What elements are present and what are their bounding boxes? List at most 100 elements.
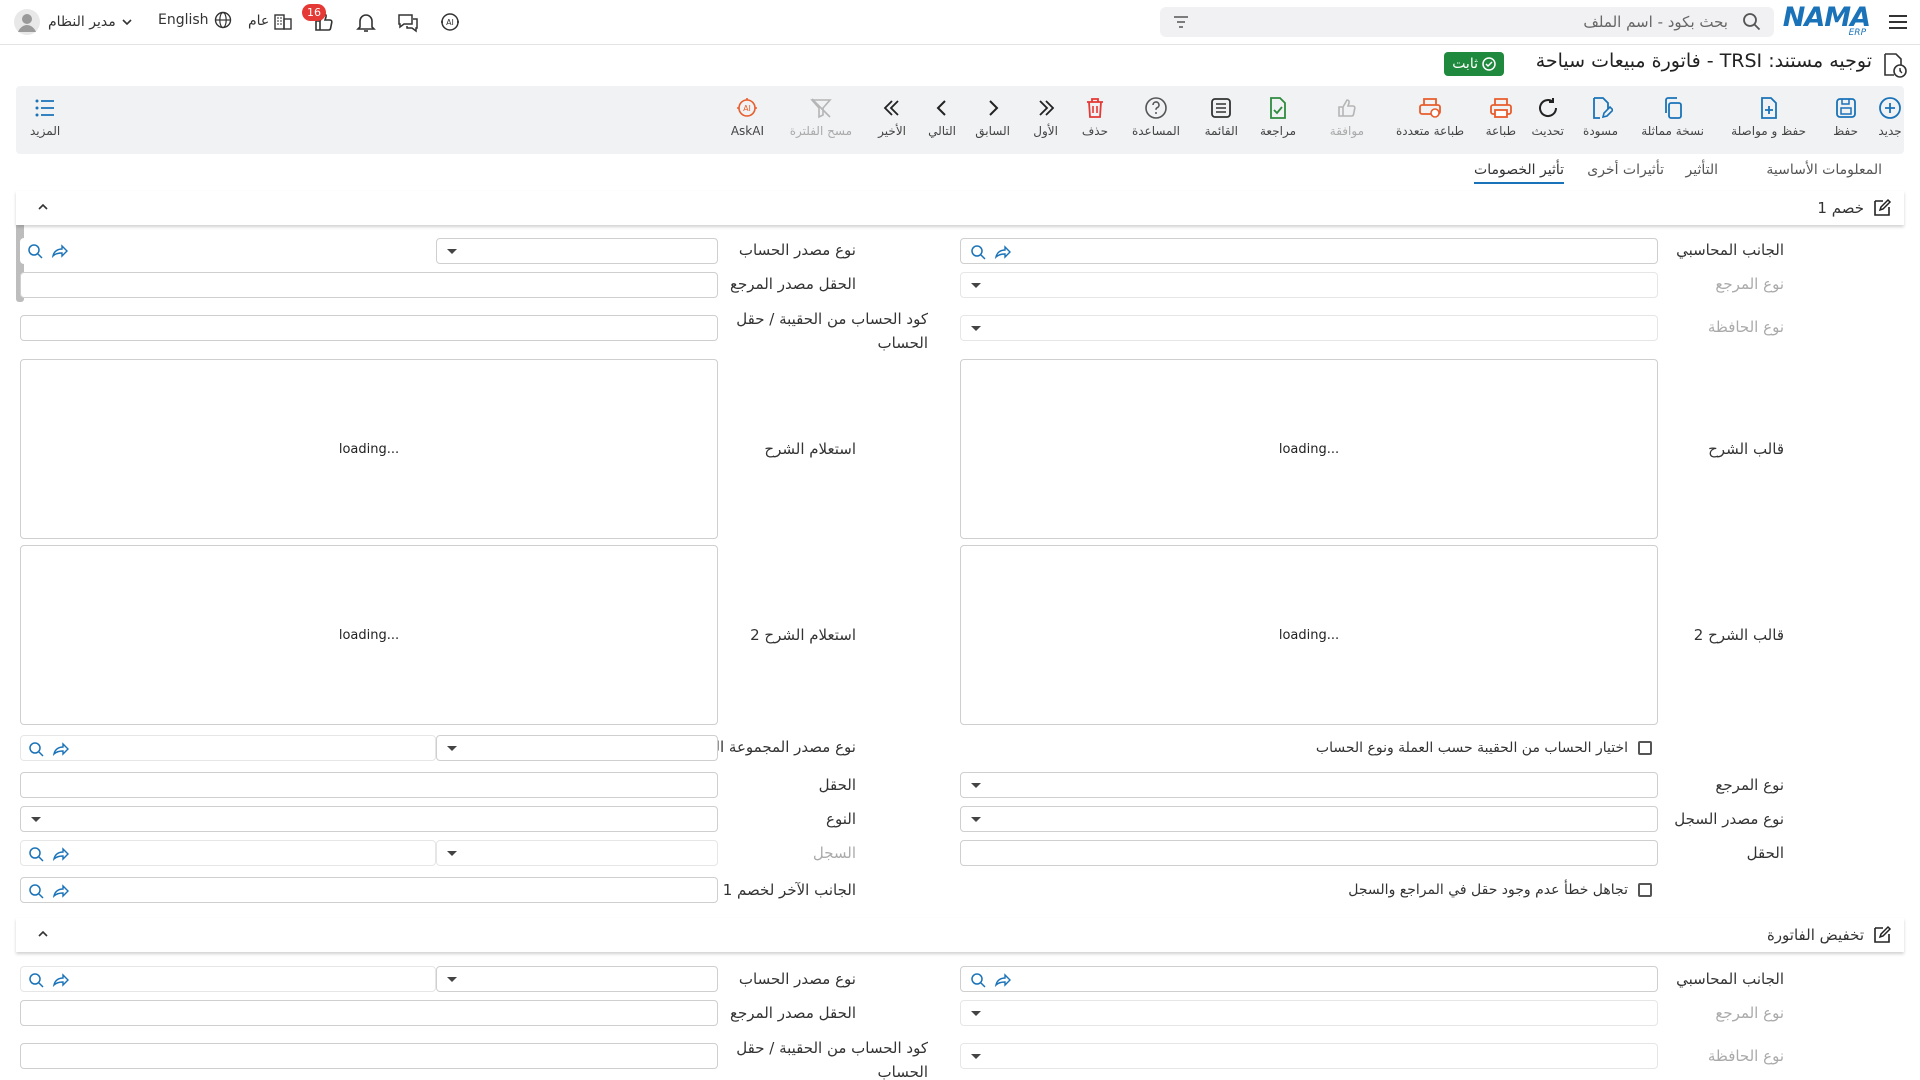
last-button[interactable]: الأخير bbox=[878, 96, 906, 138]
account-source-type-select[interactable] bbox=[436, 966, 718, 992]
account-source-type-label: نوع مصدر الحساب bbox=[738, 970, 856, 988]
save-button[interactable]: حفظ bbox=[1833, 96, 1858, 138]
choose-account-checkbox[interactable] bbox=[1638, 741, 1652, 755]
ignore-error-checkbox[interactable] bbox=[1638, 883, 1652, 897]
multi-print-button[interactable]: طباعة متعددة bbox=[1396, 96, 1464, 138]
chevron-down-icon bbox=[971, 326, 981, 331]
tab-discounts-effect[interactable]: تأثير الخصومات bbox=[1474, 162, 1564, 184]
type-select[interactable] bbox=[20, 806, 718, 832]
field-input[interactable] bbox=[20, 772, 718, 798]
more-button[interactable]: المزيد bbox=[30, 96, 60, 138]
desc-template-editor[interactable]: loading... bbox=[960, 359, 1658, 539]
help-button[interactable]: المساعدة bbox=[1132, 96, 1180, 138]
section-discount-1-header[interactable]: خصم 1 bbox=[16, 191, 1904, 225]
filter-icon[interactable] bbox=[1172, 13, 1190, 31]
record-source-type-select[interactable] bbox=[960, 806, 1658, 832]
status-badge: ثابت bbox=[1444, 52, 1504, 76]
ref-source-field-input[interactable] bbox=[20, 1000, 718, 1026]
share-icon[interactable] bbox=[993, 243, 1011, 261]
save-continue-button[interactable]: حفظ و مواصلة bbox=[1731, 96, 1806, 138]
previous-button[interactable]: السابق bbox=[975, 96, 1010, 138]
field-label: الحقل bbox=[818, 776, 856, 794]
account-source-input[interactable] bbox=[20, 238, 436, 264]
nama-logo[interactable]: NAMA ERP bbox=[1783, 4, 1871, 39]
share-icon[interactable] bbox=[993, 971, 1011, 989]
search-refresh-icon[interactable] bbox=[27, 882, 45, 900]
print-button[interactable]: طباعة bbox=[1486, 96, 1516, 138]
ref-type2-select[interactable] bbox=[960, 772, 1658, 798]
analytic-group-input[interactable] bbox=[20, 735, 436, 761]
askai-button[interactable]: AI AskAI bbox=[731, 96, 764, 138]
bell-icon[interactable] bbox=[354, 10, 378, 34]
file-check-icon bbox=[1270, 97, 1286, 119]
desc-template2-editor[interactable]: loading... bbox=[960, 545, 1658, 725]
tab-other-effects[interactable]: تأثيرات أخرى bbox=[1587, 162, 1664, 182]
accounting-side-input[interactable] bbox=[960, 238, 1658, 264]
search-refresh-icon[interactable] bbox=[27, 845, 45, 863]
document-settings-icon bbox=[1880, 51, 1908, 79]
wallet-type-select[interactable] bbox=[960, 1043, 1658, 1069]
refresh-button[interactable]: تحديث bbox=[1531, 96, 1564, 138]
draft-button[interactable]: مسودة bbox=[1583, 96, 1618, 138]
accounting-side-input[interactable] bbox=[960, 966, 1658, 992]
share-icon[interactable] bbox=[51, 845, 69, 863]
search-refresh-icon[interactable] bbox=[27, 971, 45, 989]
account-source-input[interactable] bbox=[20, 966, 436, 992]
search-refresh-icon[interactable] bbox=[26, 242, 44, 260]
search-placeholder: بحث بكود - اسم الملف bbox=[1583, 13, 1728, 31]
user-menu[interactable]: مدير النظام bbox=[14, 8, 134, 36]
ref-source-field-input[interactable] bbox=[20, 272, 718, 298]
search-refresh-icon[interactable] bbox=[27, 740, 45, 758]
tab-basic-info[interactable]: المعلومات الأساسية bbox=[1766, 162, 1882, 182]
share-icon[interactable] bbox=[51, 882, 69, 900]
wallet-type-select[interactable] bbox=[960, 315, 1658, 341]
section-invoice-discount-header[interactable]: تخفيض الفاتورة bbox=[16, 918, 1904, 952]
search-refresh-icon[interactable] bbox=[969, 243, 987, 261]
desc-query2-editor[interactable]: loading... bbox=[20, 545, 718, 725]
review-button[interactable]: مراجعة bbox=[1260, 96, 1296, 138]
duplicate-button[interactable]: نسخة مماثلة bbox=[1641, 96, 1704, 138]
account-code-input[interactable] bbox=[20, 1043, 718, 1069]
share-icon[interactable] bbox=[51, 740, 69, 758]
chevron-up-icon[interactable] bbox=[36, 927, 50, 941]
help-icon bbox=[1145, 97, 1167, 119]
account-code-input[interactable] bbox=[20, 315, 718, 341]
section-title: تخفيض الفاتورة bbox=[1766, 926, 1864, 944]
analytic-group-source-select[interactable] bbox=[436, 735, 718, 761]
ref-type-label: نوع المرجع bbox=[1715, 1004, 1784, 1022]
record-input[interactable] bbox=[20, 840, 436, 866]
tab-effect[interactable]: التأثير bbox=[1686, 162, 1719, 182]
trash-icon bbox=[1086, 98, 1103, 118]
new-button[interactable]: جديد bbox=[1878, 96, 1902, 138]
chevron-down-icon bbox=[971, 783, 981, 788]
desc-query-editor[interactable]: loading... bbox=[20, 359, 718, 539]
other-side-input[interactable] bbox=[20, 877, 718, 903]
share-icon[interactable] bbox=[50, 242, 68, 260]
account-source-type-select[interactable] bbox=[436, 238, 718, 264]
list-bullets-icon bbox=[35, 99, 55, 117]
clear-filter-button[interactable]: مسح الفلترة bbox=[790, 96, 852, 138]
field2-input[interactable] bbox=[960, 840, 1658, 866]
ref-type-select[interactable] bbox=[960, 1000, 1658, 1026]
page-title-row: توجيه مستند: TRSI - فاتورة مبيعات سياحة … bbox=[0, 46, 1920, 82]
share-icon[interactable] bbox=[51, 971, 69, 989]
chat-icon[interactable] bbox=[396, 10, 420, 34]
chevron-up-icon[interactable] bbox=[36, 200, 50, 214]
approve-button[interactable]: موافقة bbox=[1330, 96, 1364, 138]
delete-button[interactable]: حذف bbox=[1082, 96, 1108, 138]
ignore-error-label: تجاهل خطأ عدم وجود حقل في المراجع والسجل bbox=[1348, 882, 1628, 898]
ai-assistant-icon[interactable]: AI bbox=[438, 10, 462, 34]
ref-type-select[interactable] bbox=[960, 272, 1658, 298]
chevron-down-icon bbox=[31, 817, 41, 822]
language-switch[interactable]: English bbox=[158, 11, 232, 29]
first-button[interactable]: الأول bbox=[1033, 96, 1058, 138]
record-select[interactable] bbox=[436, 840, 718, 866]
printer-icon bbox=[1489, 98, 1512, 118]
global-search[interactable]: بحث بكود - اسم الملف bbox=[1160, 7, 1774, 37]
general-workspace[interactable]: عام bbox=[248, 11, 293, 31]
list-button[interactable]: القائمة bbox=[1205, 96, 1238, 138]
thumbs-up-notifications[interactable]: 16 bbox=[302, 4, 336, 34]
search-refresh-icon[interactable] bbox=[969, 971, 987, 989]
menu-icon[interactable] bbox=[1886, 10, 1910, 34]
next-button[interactable]: التالي bbox=[928, 96, 956, 138]
